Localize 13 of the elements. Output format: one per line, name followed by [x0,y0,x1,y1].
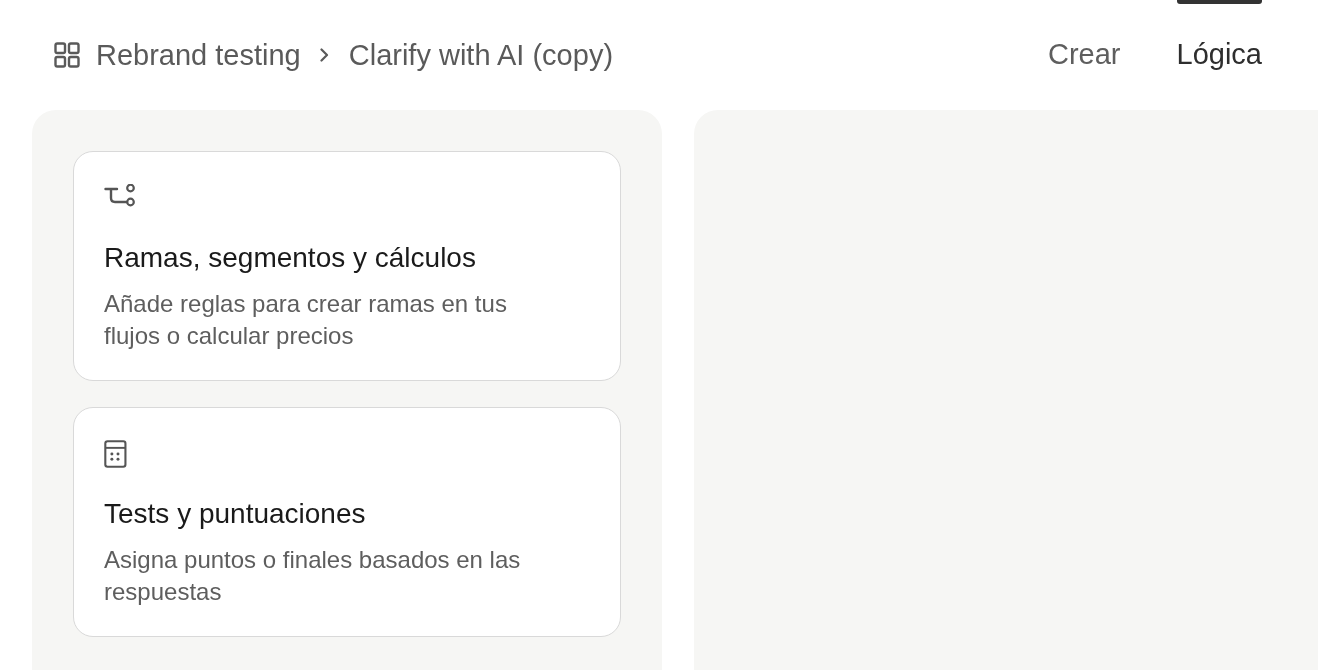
breadcrumb-link[interactable]: Rebrand testing [96,38,301,72]
card-title: Ramas, segmentos y cálculos [104,242,476,274]
chevron-right-icon [319,48,329,62]
grid-icon [54,42,80,68]
calculator-icon [104,440,127,468]
breadcrumb-link[interactable]: Clarify with AI (copy) [348,38,614,72]
logic-option-card[interactable]: Tests y puntuaciones Asigna puntos o finales basados en las respuestas [73,407,621,637]
card-description: Asigna puntos o finales basados en las respuestas [104,545,522,607]
nav-tab[interactable]: Crear [1048,0,1121,80]
card-description: Añade reglas para crear ramas en tus flujos o calcular precios [104,289,508,351]
card-title: Tests y puntuaciones [104,498,366,530]
nav-tab[interactable]: Lógica [1176,0,1262,80]
logic-option-card[interactable]: Ramas, segmentos y cálculos Añade reglas para crear ramas en tus flujos o calcular precios [73,151,621,381]
